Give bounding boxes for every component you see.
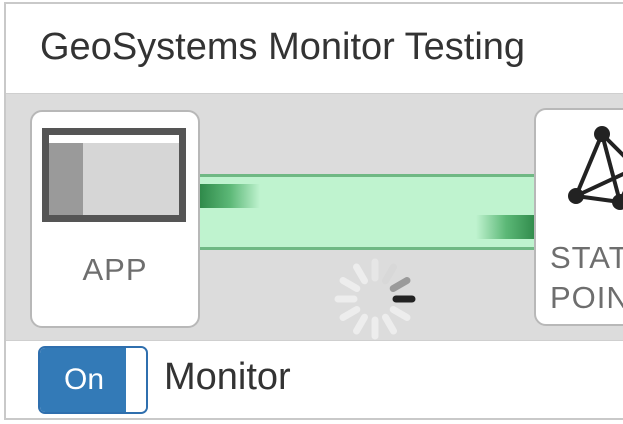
connection-diagram: APP STAT POIN (6, 93, 623, 341)
data-pulse-right (476, 215, 536, 239)
stat-point-label-line-1: STAT (550, 240, 623, 275)
data-pulse-left (200, 184, 260, 208)
toggle-handle[interactable] (126, 348, 146, 412)
app-node[interactable]: APP (30, 110, 200, 328)
stat-point-label-line-2: POIN (550, 280, 623, 315)
page-title: GeoSystems Monitor Testing (40, 26, 526, 68)
stat-point-node-label: STAT POIN (550, 238, 623, 318)
application-window-icon (42, 128, 186, 222)
window-titlebar (49, 135, 179, 143)
monitor-toggle[interactable]: On (38, 346, 148, 414)
window-sidebar (49, 143, 83, 215)
monitor-panel: GeoSystems Monitor Testing APP STAT POIN… (4, 2, 623, 420)
app-node-label: APP (82, 252, 148, 287)
connection-pipe (200, 174, 536, 250)
monitor-label: Monitor (164, 356, 291, 398)
stat-point-node[interactable]: STAT POIN (534, 108, 623, 326)
toggle-on-label: On (40, 348, 128, 412)
loading-spinner-icon (334, 258, 416, 340)
network-graph-icon (568, 126, 623, 210)
